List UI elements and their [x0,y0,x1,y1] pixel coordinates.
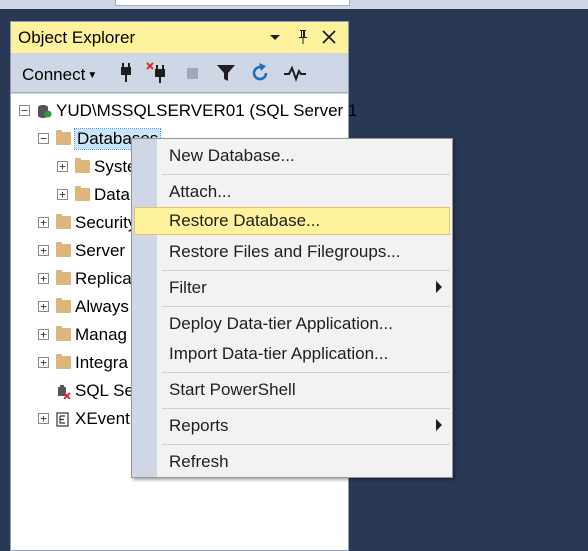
menu-item-label: Reports [169,416,229,435]
menu-item-import-data-tier[interactable]: Import Data-tier Application... [134,340,450,368]
host-toolbar-field[interactable] [115,0,350,6]
server-icon [37,104,52,118]
menu-item-restore-database[interactable]: Restore Database... [134,207,450,235]
object-explorer-title-bar: Object Explorer [11,22,348,53]
folder-icon [56,270,71,285]
folder-icon [75,158,90,173]
tree-node-server[interactable]: − YUD\MSSQLSERVER01 (SQL Server 1 [19,100,357,122]
server-objects-label: Server [75,241,126,260]
submenu-arrow-icon [436,281,442,293]
menu-item-label: Deploy Data-tier Application... [169,314,393,333]
expand-toggle-icon[interactable]: + [38,413,49,424]
expand-toggle-icon[interactable]: + [38,273,49,284]
menu-separator [162,372,450,373]
folder-icon [56,242,71,257]
menu-item-label: Attach... [169,182,232,201]
folder-icon [56,130,71,145]
xevent-icon [56,412,71,427]
menu-item-refresh[interactable]: Refresh [134,448,450,476]
security-label: Security [75,213,137,232]
menu-item-deploy-data-tier[interactable]: Deploy Data-tier Application... [134,310,450,338]
expand-toggle-icon[interactable]: + [38,329,49,340]
context-menu: New Database... Attach... Restore Databa… [131,138,453,478]
expand-toggle-icon[interactable]: + [38,217,49,228]
xevent-label: XEvent [75,409,130,428]
folder-icon [56,354,71,369]
menu-item-reports[interactable]: Reports [134,412,450,440]
collapse-toggle-icon[interactable]: − [19,105,30,116]
folder-icon [56,326,71,341]
folder-icon [56,214,71,229]
sql-agent-icon [56,384,71,400]
server-label: YUD\MSSQLSERVER01 (SQL Server 1 [56,101,358,120]
activity-monitor-icon[interactable] [283,61,307,85]
always-on-label: Always [75,297,129,316]
collapse-toggle-icon[interactable]: − [38,133,49,144]
connect-label: Connect [22,65,86,84]
stop-icon[interactable] [181,61,205,85]
menu-item-attach[interactable]: Attach... [134,178,450,206]
submenu-arrow-icon [436,419,442,431]
connect-plug-icon[interactable] [114,61,138,85]
menu-item-start-powershell[interactable]: Start PowerShell [134,376,450,404]
menu-item-label: Restore Files and Filegroups... [169,242,401,261]
menu-separator [162,444,450,445]
integration-label: Integra [75,353,128,372]
sql-agent-label: SQL Se [75,381,134,400]
expand-toggle-icon[interactable]: + [38,301,49,312]
pin-icon[interactable] [293,27,313,47]
menu-separator [162,306,450,307]
object-explorer-toolbar: Connect ▼ [11,53,348,93]
menu-item-label: Start PowerShell [169,380,296,399]
menu-item-label: Refresh [169,452,229,471]
dropdown-arrow-icon[interactable] [265,27,285,47]
expand-toggle-icon[interactable]: + [57,189,68,200]
panel-title: Object Explorer [18,28,136,47]
menu-item-filter[interactable]: Filter [134,274,450,302]
close-icon[interactable] [319,27,339,47]
folder-icon [56,298,71,313]
menu-item-restore-files[interactable]: Restore Files and Filegroups... [134,238,450,266]
menu-separator [162,408,450,409]
menu-separator [162,174,450,175]
disconnect-plug-icon[interactable] [146,61,170,85]
filter-icon[interactable] [214,61,238,85]
menu-item-label: Import Data-tier Application... [169,344,389,363]
menu-item-new-database[interactable]: New Database... [134,142,450,170]
expand-toggle-icon[interactable]: + [38,245,49,256]
menu-item-label: Filter [169,278,207,297]
management-label: Manag [75,325,127,344]
menu-item-label: New Database... [169,146,295,165]
menu-separator [162,270,450,271]
data-label: Data [94,185,130,204]
expand-toggle-icon[interactable]: + [57,161,68,172]
expand-toggle-icon[interactable]: + [38,357,49,368]
chevron-down-icon: ▼ [87,70,98,81]
connect-button[interactable]: Connect ▼ [22,65,97,85]
folder-icon [75,186,90,201]
menu-item-label: Restore Database... [169,211,321,230]
host-toolbar-strip [0,0,588,9]
refresh-icon[interactable] [248,61,272,85]
replication-label: Replica [75,269,132,288]
